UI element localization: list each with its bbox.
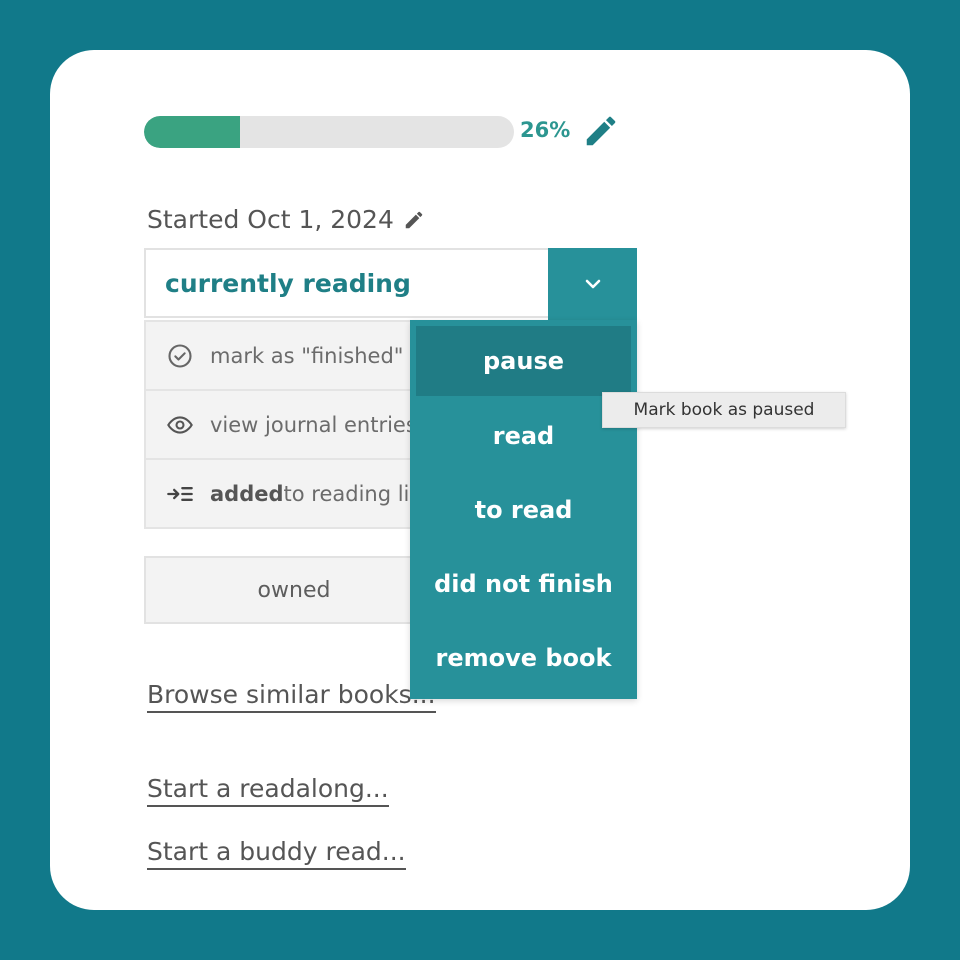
action-label: to reading list (283, 481, 429, 506)
progress-percent: 26% (520, 118, 571, 142)
started-date: Started Oct 1, 2024 (147, 205, 425, 234)
menu-item-to-read[interactable]: to read (410, 474, 637, 546)
start-readalong-link[interactable]: Start a readalong... (147, 774, 389, 807)
check-circle-icon (168, 343, 192, 368)
chevron-down-icon (585, 279, 600, 289)
tooltip-text: Mark book as paused (633, 400, 815, 420)
action-label: view journal entries (210, 412, 417, 437)
edit-progress-pencil-icon[interactable] (582, 112, 620, 150)
progress-bar-fill (144, 116, 241, 148)
owned-button[interactable]: owned (144, 556, 444, 624)
status-dropdown-toggle[interactable] (548, 248, 637, 320)
browse-similar-link[interactable]: Browse similar books... (147, 680, 436, 713)
add-to-list-icon (167, 486, 193, 501)
status-dropdown-menu: pause read to read did not finish remove… (410, 320, 637, 699)
reading-status-select[interactable]: currently reading (144, 248, 548, 318)
start-buddy-read-link[interactable]: Start a buddy read... (147, 837, 406, 870)
started-date-label: Started Oct 1, 2024 (147, 205, 394, 234)
menu-item-did-not-finish[interactable]: did not finish (410, 548, 637, 620)
eye-icon (167, 415, 193, 434)
owned-button-label: owned (257, 577, 331, 603)
menu-item-pause[interactable]: pause (416, 326, 631, 396)
progress-bar[interactable] (144, 116, 514, 148)
action-label-bold: added (210, 481, 284, 506)
menu-item-remove-book[interactable]: remove book (410, 622, 637, 694)
edit-start-date-pencil-icon[interactable] (403, 209, 425, 231)
reading-status-value: currently reading (165, 268, 411, 298)
action-label: mark as "finished" (210, 343, 404, 368)
tooltip: Mark book as paused (602, 392, 846, 428)
